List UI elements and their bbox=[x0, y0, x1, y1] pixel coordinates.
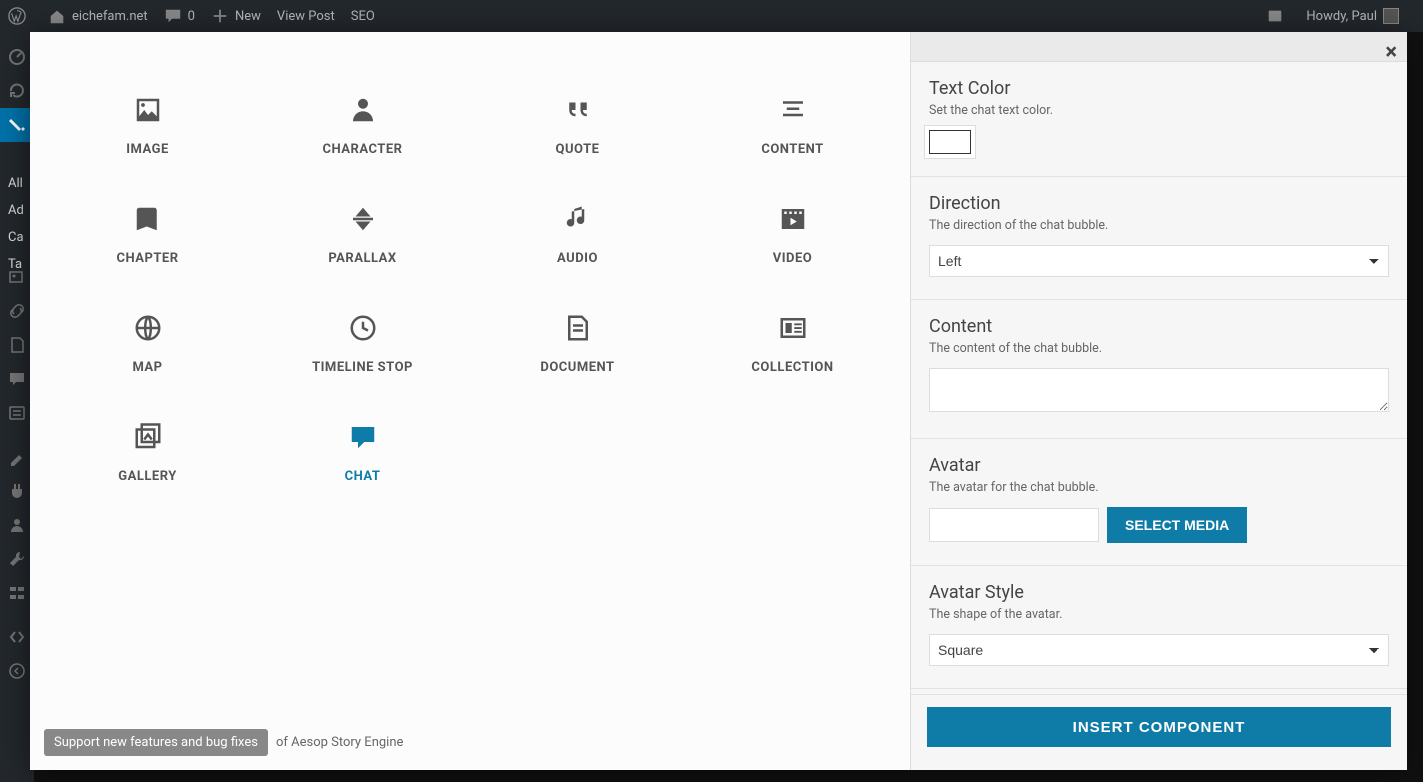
clock-icon bbox=[345, 310, 381, 346]
direction-select[interactable]: Left bbox=[929, 245, 1389, 277]
notifications-link[interactable] bbox=[1266, 7, 1290, 25]
sidebar-dashboard[interactable] bbox=[0, 40, 34, 74]
option-desc: The content of the chat bubble. bbox=[929, 341, 1389, 356]
comments-count: 0 bbox=[188, 9, 195, 24]
component-video[interactable]: VIDEO bbox=[685, 193, 900, 274]
wp-admin-sidebar bbox=[0, 32, 34, 782]
sidebar-appearance[interactable] bbox=[0, 440, 34, 474]
seo-link[interactable]: SEO bbox=[351, 9, 375, 24]
component-image[interactable]: IMAGE bbox=[40, 84, 255, 165]
support-button[interactable]: Support new features and bug fixes bbox=[44, 729, 268, 756]
content-icon bbox=[775, 92, 811, 128]
option-desc: The direction of the chat bubble. bbox=[929, 218, 1389, 233]
home-icon bbox=[48, 7, 66, 25]
notification-icon bbox=[1266, 7, 1284, 25]
select-media-button[interactable]: SELECT MEDIA bbox=[1107, 507, 1247, 543]
component-timeline-stop[interactable]: TIMELINE STOP bbox=[255, 302, 470, 383]
map-icon bbox=[130, 310, 166, 346]
component-parallax[interactable]: PARALLAX bbox=[255, 193, 470, 274]
component-quote[interactable]: QUOTE bbox=[470, 84, 685, 165]
view-post-link[interactable]: View Post bbox=[277, 9, 335, 24]
sidebar-users[interactable] bbox=[0, 508, 34, 542]
component-collection[interactable]: COLLECTION bbox=[685, 302, 900, 383]
site-name-link[interactable]: eichefam.net bbox=[48, 7, 148, 25]
option-desc: Set the chat text color. bbox=[929, 103, 1389, 118]
sidebar-pages[interactable] bbox=[0, 328, 34, 362]
sidebar-sub-all[interactable]: All bbox=[8, 176, 23, 191]
close-icon[interactable]: × bbox=[1385, 40, 1397, 65]
site-name: eichefam.net bbox=[72, 9, 148, 24]
support-suffix: of Aesop Story Engine bbox=[276, 735, 403, 750]
sidebar-settings[interactable] bbox=[0, 576, 34, 610]
new-label: New bbox=[235, 9, 261, 24]
sidebar-comments[interactable] bbox=[0, 362, 34, 396]
component-character[interactable]: CHARACTER bbox=[255, 84, 470, 165]
gallery-icon bbox=[130, 419, 166, 455]
option-text-color: Text Color Set the chat text color. bbox=[911, 62, 1407, 177]
image-icon bbox=[130, 92, 166, 128]
component-content[interactable]: CONTENT bbox=[685, 84, 900, 165]
option-title: Content bbox=[929, 316, 1389, 337]
component-grid: IMAGE CHARACTER QUOTE CONTENT CHAPTER PA… bbox=[30, 64, 910, 512]
color-picker[interactable] bbox=[929, 130, 971, 154]
wp-logo[interactable] bbox=[8, 7, 32, 25]
sidebar-updates[interactable] bbox=[0, 74, 34, 108]
component-gallery[interactable]: GALLERY bbox=[40, 411, 255, 492]
content-textarea[interactable] bbox=[929, 368, 1389, 412]
sidebar-posts[interactable] bbox=[0, 108, 34, 142]
option-desc: The avatar for the chat bubble. bbox=[929, 480, 1389, 495]
chat-icon bbox=[345, 419, 381, 455]
support-bar: Support new features and bug fixes of Ae… bbox=[44, 729, 403, 756]
user-name: Paul bbox=[1351, 9, 1377, 24]
comment-icon bbox=[164, 7, 182, 25]
avatar-style-select[interactable]: Square bbox=[929, 634, 1389, 666]
sidebar-sub-add[interactable]: Ad bbox=[8, 203, 24, 218]
insert-component-button[interactable]: INSERT COMPONENT bbox=[927, 707, 1391, 747]
option-content: Content The content of the chat bubble. bbox=[911, 300, 1407, 439]
new-link[interactable]: New bbox=[211, 7, 261, 25]
parallax-icon bbox=[345, 201, 381, 237]
option-avatar-style: Avatar Style The shape of the avatar. Sq… bbox=[911, 566, 1407, 689]
wp-admin-bar: eichefam.net 0 New View Post SEO Howdy, … bbox=[0, 0, 1423, 32]
audio-icon bbox=[560, 201, 596, 237]
sidebar-plugins[interactable] bbox=[0, 474, 34, 508]
component-audio[interactable]: AUDIO bbox=[470, 193, 685, 274]
option-title: Avatar Style bbox=[929, 582, 1389, 603]
option-direction: Direction The direction of the chat bubb… bbox=[911, 177, 1407, 300]
avatar bbox=[1383, 8, 1399, 24]
settings-header bbox=[911, 32, 1407, 62]
quote-icon bbox=[560, 92, 596, 128]
option-title: Text Color bbox=[929, 78, 1389, 99]
option-title: Direction bbox=[929, 193, 1389, 214]
option-avatar: Avatar The avatar for the chat bubble. S… bbox=[911, 439, 1407, 566]
collection-icon bbox=[775, 310, 811, 346]
sidebar-tools[interactable] bbox=[0, 542, 34, 576]
component-picker-panel: IMAGE CHARACTER QUOTE CONTENT CHAPTER PA… bbox=[30, 32, 910, 770]
sidebar-links[interactable] bbox=[0, 294, 34, 328]
sidebar-sub-cat[interactable]: Ca bbox=[8, 230, 24, 245]
option-desc: The shape of the avatar. bbox=[929, 607, 1389, 622]
component-settings-panel: × Text Color Set the chat text color. Di… bbox=[910, 32, 1407, 770]
wordpress-icon bbox=[8, 7, 26, 25]
sidebar-forms[interactable] bbox=[0, 396, 34, 430]
chapter-icon bbox=[130, 201, 166, 237]
video-icon bbox=[775, 201, 811, 237]
avatar-input[interactable] bbox=[929, 508, 1099, 542]
plus-icon bbox=[211, 7, 229, 25]
sidebar-collapse[interactable] bbox=[0, 654, 34, 688]
option-title: Avatar bbox=[929, 455, 1389, 476]
component-map[interactable]: MAP bbox=[40, 302, 255, 383]
document-icon bbox=[560, 310, 596, 346]
insert-bar: INSERT COMPONENT bbox=[911, 695, 1407, 765]
component-document[interactable]: DOCUMENT bbox=[470, 302, 685, 383]
component-chat[interactable]: CHAT bbox=[255, 411, 470, 492]
sidebar-custom1[interactable] bbox=[0, 620, 34, 654]
sidebar-sub-tag[interactable]: Ta bbox=[8, 257, 22, 272]
component-modal: IMAGE CHARACTER QUOTE CONTENT CHAPTER PA… bbox=[30, 32, 1407, 770]
user-account-link[interactable]: Howdy, Paul bbox=[1306, 8, 1399, 24]
component-chapter[interactable]: CHAPTER bbox=[40, 193, 255, 274]
comments-link[interactable]: 0 bbox=[164, 7, 195, 25]
settings-scroll[interactable]: Text Color Set the chat text color. Dire… bbox=[911, 32, 1407, 770]
character-icon bbox=[345, 92, 381, 128]
